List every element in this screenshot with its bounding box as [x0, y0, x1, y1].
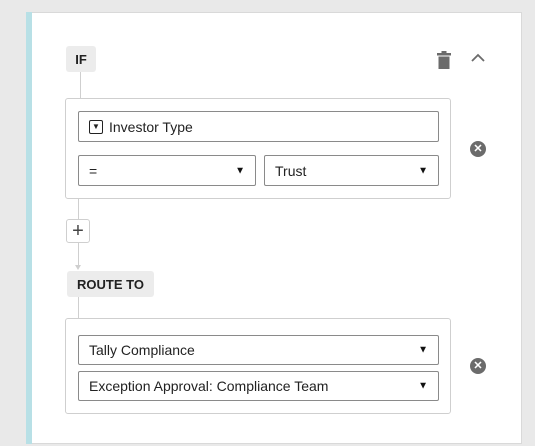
caret-down-icon: ▼ — [418, 344, 428, 356]
connector-line — [78, 243, 79, 265]
route-team-select[interactable]: Tally Compliance ▼ — [78, 335, 439, 365]
trash-icon[interactable] — [437, 51, 451, 69]
remove-condition-button[interactable]: ✕ — [470, 141, 486, 157]
connector-arrow — [75, 265, 81, 270]
condition-value-select[interactable]: Trust ▼ — [264, 155, 439, 186]
route-box: Tally Compliance ▼ Exception Approval: C… — [65, 318, 451, 414]
add-condition-button[interactable]: + — [66, 219, 90, 243]
chevron-up-icon[interactable] — [470, 52, 486, 64]
condition-box: ▼ Investor Type = ▼ Trust ▼ — [65, 98, 451, 199]
route-to-label: ROUTE TO — [67, 271, 154, 297]
connector-line — [78, 199, 79, 219]
dropdown-field-icon: ▼ — [89, 119, 103, 134]
if-label: IF — [66, 46, 96, 72]
operator-select[interactable]: = ▼ — [78, 155, 256, 186]
close-icon: ✕ — [473, 142, 483, 155]
condition-value: Trust — [275, 162, 307, 179]
route-approval-select[interactable]: Exception Approval: Compliance Team ▼ — [78, 371, 439, 401]
route-team-value: Tally Compliance — [89, 342, 195, 358]
caret-down-icon: ▼ — [418, 165, 428, 176]
condition-field-label: Investor Type — [109, 118, 193, 135]
close-icon: ✕ — [473, 359, 483, 372]
condition-field-select[interactable]: ▼ Investor Type — [78, 111, 439, 142]
connector-line — [80, 72, 81, 98]
caret-down-icon: ▼ — [418, 380, 428, 392]
connector-line — [78, 297, 79, 318]
operator-value: = — [89, 162, 98, 179]
plus-icon: + — [72, 220, 84, 242]
caret-down-icon: ▼ — [235, 165, 245, 176]
route-approval-value: Exception Approval: Compliance Team — [89, 378, 329, 394]
remove-route-button[interactable]: ✕ — [470, 358, 486, 374]
rule-accent-bar — [26, 12, 32, 444]
